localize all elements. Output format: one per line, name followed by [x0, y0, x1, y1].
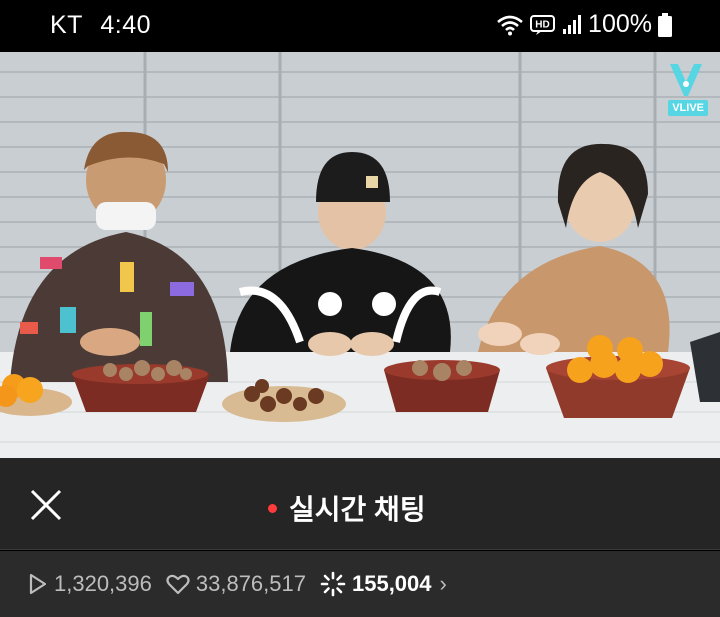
like-count-value: 33,876,517	[195, 571, 306, 596]
heart-icon	[166, 574, 190, 595]
wifi-icon	[496, 14, 524, 36]
status-left: KT 4:40	[50, 11, 151, 40]
status-bar: KT 4:40 HD 100%	[0, 0, 720, 52]
close-button[interactable]	[26, 485, 66, 525]
play-count: 1,320,396	[28, 571, 152, 597]
chat-title-label: 실시간 채팅	[289, 494, 426, 525]
vlive-v-icon	[670, 64, 702, 96]
live-viewers-value: 155,004	[351, 571, 432, 596]
like-count: 33,876,517	[166, 571, 306, 597]
play-count-value: 1,320,396	[54, 571, 152, 596]
carrier-label: KT	[50, 11, 83, 39]
live-dot-icon	[268, 503, 277, 513]
battery-icon	[658, 12, 672, 37]
live-viewers[interactable]: 155,004 ›	[320, 571, 447, 597]
battery-percent: 100%	[588, 10, 652, 38]
clock: 4:40	[100, 11, 152, 39]
stats-bar: 1,320,396 33,876,517 155,004 ›	[0, 551, 720, 617]
video-player[interactable]: VLIVE	[0, 52, 720, 458]
close-icon	[30, 489, 62, 521]
chat-header: 실시간 채팅	[0, 458, 720, 550]
signal-icon	[562, 14, 582, 35]
play-icon	[29, 573, 47, 595]
video-frame	[0, 52, 720, 458]
hd-voice-icon: HD	[530, 14, 556, 36]
vlive-wordmark: VLIVE	[668, 100, 708, 116]
chevron-right-icon: ›	[439, 571, 447, 596]
hd-label: HD	[535, 19, 549, 30]
chat-title: 실시간 채팅	[268, 488, 426, 528]
status-right: HD 100%	[496, 10, 672, 39]
live-viewers-icon	[320, 571, 346, 597]
